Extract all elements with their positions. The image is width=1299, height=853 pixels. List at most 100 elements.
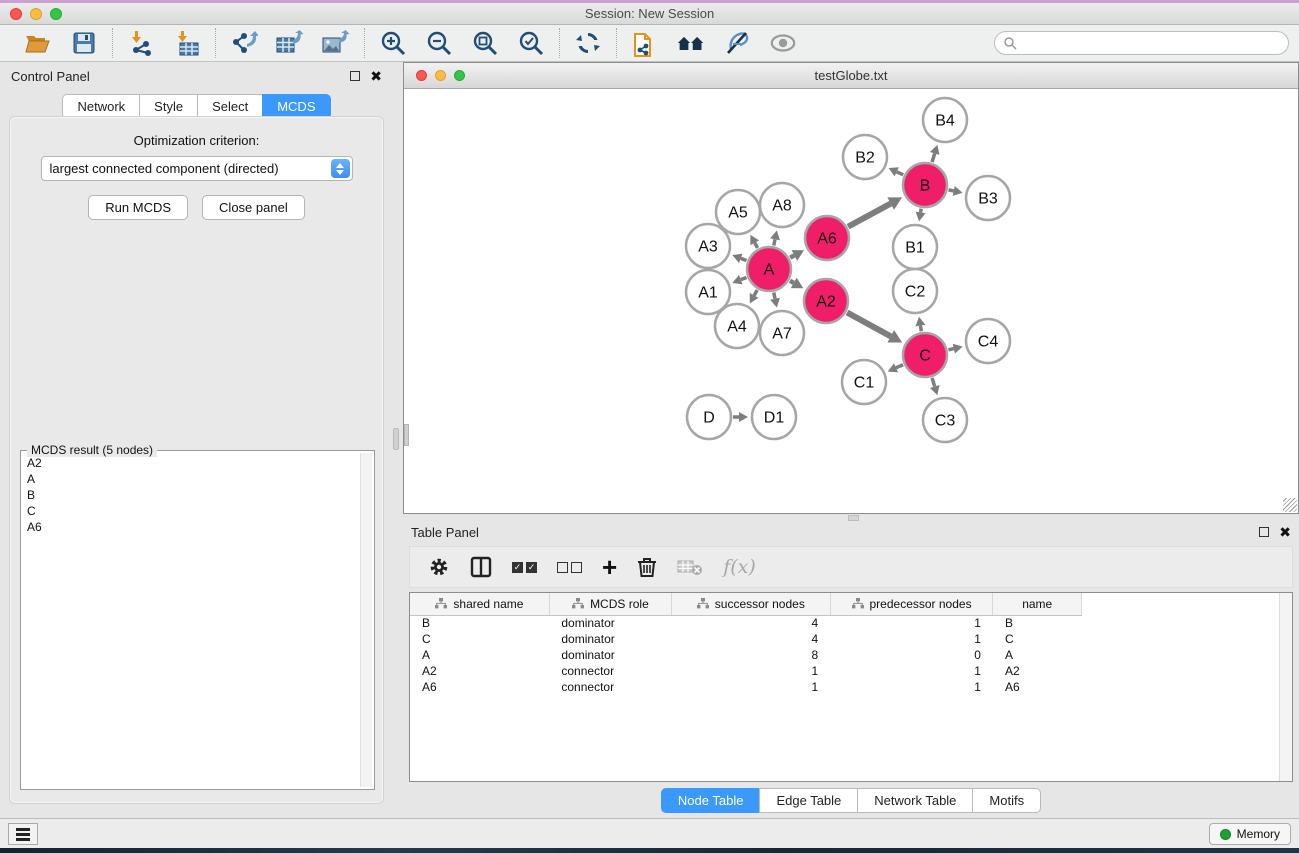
mcds-result-item[interactable]: A6 [23,519,358,535]
graph-edge-C-C2[interactable] [920,326,921,332]
mcds-result-item[interactable]: A [23,471,358,487]
graph-edge-A-A1[interactable] [741,277,747,279]
task-history-button[interactable] [8,823,38,845]
function-builder-icon[interactable]: f(x) [723,554,756,580]
mcds-result-item[interactable]: A2 [23,455,358,471]
close-table-panel-icon[interactable]: ✖ [1279,527,1291,537]
table-cell[interactable]: 1 [830,631,993,647]
graph-edge-A2-C[interactable] [847,312,891,336]
table-cell[interactable]: A [993,647,1082,663]
table-vertical-scrollbar[interactable] [1279,593,1292,781]
search-field[interactable] [994,31,1289,55]
float-table-panel-icon[interactable] [1259,527,1269,537]
graph-edge-C-C1[interactable] [896,365,903,368]
graph-edge-A-A8[interactable] [774,239,775,245]
tab-node-table[interactable]: Node Table [661,788,760,813]
table-cell[interactable]: 1 [830,663,993,679]
table-row[interactable]: A6connector11A6 [410,679,1082,695]
column-header-shared-name[interactable]: shared name [410,593,549,615]
export-network-icon[interactable] [230,29,258,57]
split-pane-divider[interactable] [390,62,403,810]
table-cell[interactable]: B [993,615,1082,631]
table-cell[interactable]: dominator [549,631,671,647]
import-table-icon[interactable] [173,29,201,57]
graph-edge-A-A7[interactable] [774,293,775,299]
table-cell[interactable]: A6 [410,679,549,695]
table-cell[interactable]: A2 [410,663,549,679]
tab-motifs[interactable]: Motifs [972,788,1041,813]
export-table-icon[interactable] [276,29,304,57]
graph-edge-B-B1[interactable] [921,209,922,213]
graph-edge-B-B3[interactable] [949,190,954,191]
open-file-icon[interactable] [24,29,52,57]
graph-edge-B-B2[interactable] [897,172,904,175]
table-cell[interactable]: 1 [671,663,830,679]
delete-column-trash-icon[interactable] [637,554,657,580]
graph-edge-A-A3[interactable] [741,258,747,260]
divider-grip[interactable] [393,428,399,450]
table-cell[interactable]: 1 [830,615,993,631]
graph-edge-A6-B[interactable] [848,204,891,227]
table-cell[interactable]: A [410,647,549,663]
close-panel-icon[interactable]: ✖ [370,71,382,81]
table-row[interactable]: Cdominator41C [410,631,1082,647]
network-from-file-icon[interactable] [631,29,659,57]
float-panel-icon[interactable] [350,71,360,81]
table-cell[interactable]: B [410,615,549,631]
table-row[interactable]: A2connector11A2 [410,663,1082,679]
deselect-all-columns-icon[interactable] [557,554,582,580]
table-cell[interactable]: C [410,631,549,647]
table-row[interactable]: Bdominator41B [410,615,1082,631]
graph-edge-C-C4[interactable] [948,349,953,350]
graph-edge-A-A4[interactable] [754,290,757,296]
network-vertical-scrollbar[interactable] [404,424,409,446]
mcds-result-item[interactable]: B [23,487,358,503]
table-cell[interactable]: 4 [671,615,830,631]
table-cell[interactable]: A6 [993,679,1082,695]
preview-eye-icon[interactable] [769,29,797,57]
tab-edge-table[interactable]: Edge Table [759,788,857,813]
table-cell[interactable]: 8 [671,647,830,663]
table-cell[interactable]: A2 [993,663,1082,679]
table-cell[interactable]: dominator [549,615,671,631]
show-columns-icon[interactable] [470,554,492,580]
window-resize-grip[interactable] [1283,498,1297,512]
graph-edge-B-B4[interactable] [932,153,935,162]
column-header-name[interactable]: name [993,593,1082,615]
network-window-titlebar[interactable]: testGlobe.txt [404,63,1298,89]
network-canvas[interactable]: B4B2BB3A8A5A6A3B1AA1C2A2A4A7C4CC1DD1C3 [404,89,1298,513]
export-image-icon[interactable] [322,29,350,57]
tab-network-table[interactable]: Network Table [857,788,972,813]
graph-edge-A-A5[interactable] [755,243,758,248]
home-layout-icon[interactable] [677,29,705,57]
search-input[interactable] [1017,33,1288,53]
zoom-fit-icon[interactable] [471,29,499,57]
zoom-selected-icon[interactable] [517,29,545,57]
zoom-out-icon[interactable] [425,29,453,57]
column-header-mcds-role[interactable]: MCDS role [549,593,671,615]
table-cell[interactable]: C [993,631,1082,647]
mcds-result-item[interactable]: C [23,503,358,519]
graph-edge-A-A2[interactable] [790,281,794,283]
zoom-in-icon[interactable] [379,29,407,57]
column-header-predecessor-nodes[interactable]: predecessor nodes [830,593,993,615]
table-cell[interactable]: connector [549,679,671,695]
close-panel-button[interactable]: Close panel [202,195,305,220]
criterion-dropdown[interactable]: largest connected component (directed) [41,156,353,181]
table-cell[interactable]: dominator [549,647,671,663]
add-column-icon[interactable]: + [602,554,617,580]
graph-edge-A-A6[interactable] [790,255,794,257]
delete-table-icon[interactable] [677,554,703,580]
import-network-icon[interactable] [127,29,155,57]
memory-button[interactable]: Memory [1209,823,1291,845]
table-cell[interactable]: 1 [671,679,830,695]
table-cell[interactable]: connector [549,663,671,679]
table-settings-gear-icon[interactable] [428,554,450,580]
refresh-icon[interactable] [574,29,602,57]
table-cell[interactable]: 0 [830,647,993,663]
select-all-columns-icon[interactable]: ✓✓ [512,554,537,580]
save-session-icon[interactable] [70,29,98,57]
table-row[interactable]: Adominator80A [410,647,1082,663]
table-cell[interactable]: 4 [671,631,830,647]
table-cell[interactable]: 1 [830,679,993,695]
